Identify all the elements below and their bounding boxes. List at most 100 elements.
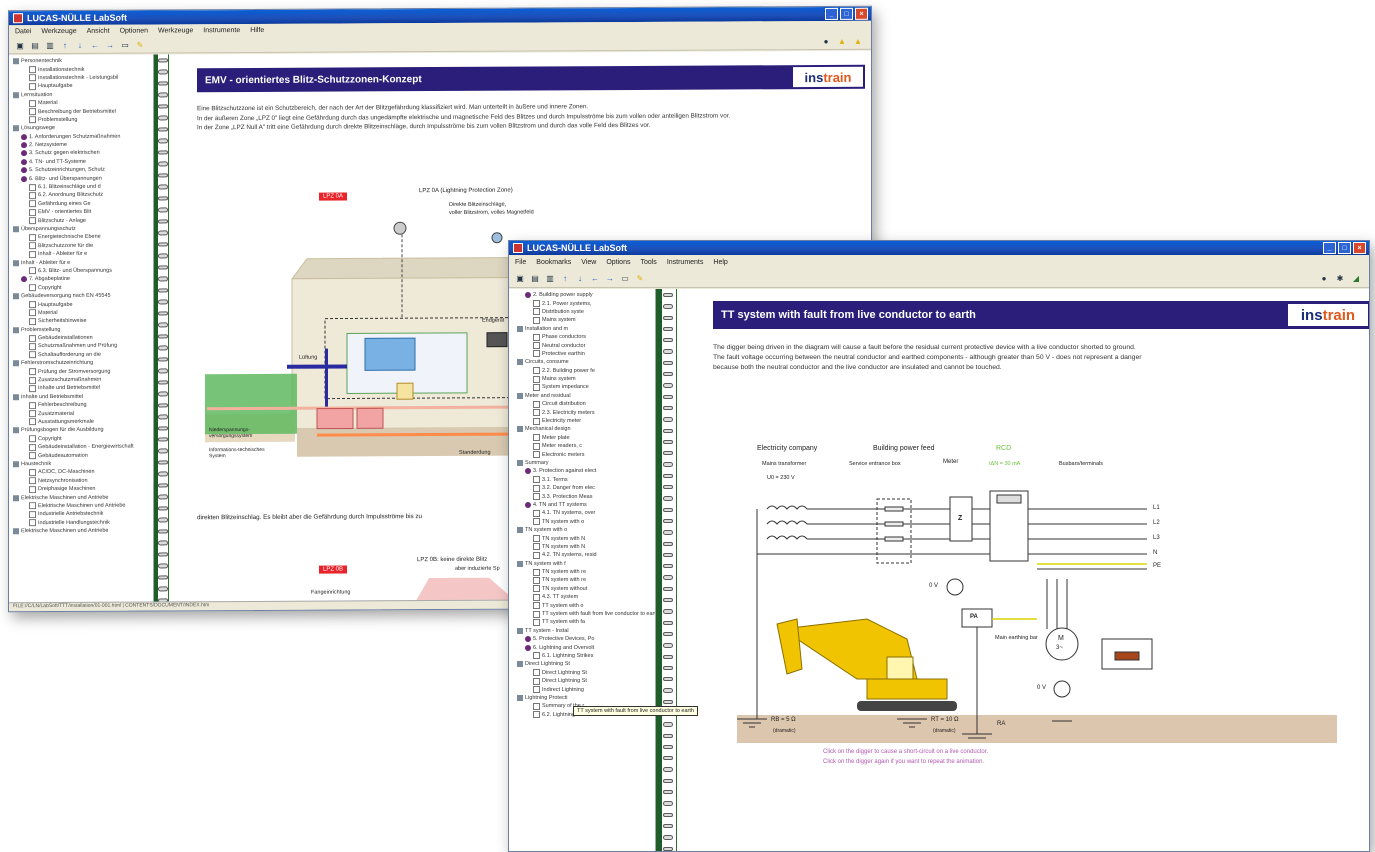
tree-item[interactable]: TT system with fa [517, 618, 655, 626]
disk-icon[interactable]: ▤ [30, 40, 40, 50]
tool-icon-b[interactable]: ▲ [853, 36, 863, 46]
tree-item[interactable]: TT system with o [517, 601, 655, 610]
tree-item[interactable]: TN system with re [517, 568, 655, 576]
print-icon[interactable]: ▥ [45, 40, 55, 50]
tree-item[interactable]: Neutral conductor [517, 341, 655, 350]
bookmark-icon[interactable]: ▭ [120, 40, 130, 50]
tree-item[interactable]: Circuits, consume [517, 358, 655, 366]
maximize-button[interactable]: □ [840, 7, 853, 20]
menu-item[interactable]: Werkzeuge [158, 27, 193, 34]
tree-item[interactable]: TN system with re [517, 576, 655, 584]
binder-ring [663, 315, 673, 320]
tree-item[interactable]: 4.1. TN systems, over [517, 509, 655, 517]
menu-item[interactable]: Ansicht [87, 27, 110, 34]
tree-item[interactable]: Electronic meters [517, 450, 655, 459]
tree-item[interactable]: System impedance [517, 383, 655, 391]
minimize-button[interactable]: _ [825, 7, 838, 20]
tree-item[interactable]: 2. Building power supply [517, 291, 655, 299]
menu-item-file[interactable]: File [515, 259, 526, 266]
tree-item[interactable]: Elektrische Maschinen und Antriebe [13, 526, 153, 535]
tree-item[interactable]: 4.3. TT system [517, 593, 655, 601]
tree-item[interactable]: TN system with N [517, 543, 655, 551]
up-arrow-icon[interactable]: ↑ [560, 273, 570, 283]
tree-item[interactable]: Direct Lightning St [517, 677, 655, 685]
down-arrow-icon[interactable]: ↓ [75, 40, 85, 50]
bookmark-icon[interactable]: ▭ [620, 273, 630, 283]
tree-item[interactable]: Meter and residual [517, 392, 655, 400]
tree-item[interactable]: Meter plate [517, 434, 655, 442]
tool-icon-a[interactable]: ▲ [837, 36, 847, 46]
tree-item[interactable]: 2.1. Power systems, [517, 299, 655, 308]
maximize-button[interactable]: □ [1338, 242, 1351, 254]
menu-item-bookmarks[interactable]: Bookmarks [536, 259, 571, 266]
tree-item[interactable]: TT system with fault from live conductor… [517, 610, 655, 618]
menu-item[interactable]: Hilfe [250, 26, 264, 33]
forward-arrow-icon[interactable]: → [105, 40, 115, 50]
tree-item[interactable]: Mechanical design [517, 425, 655, 433]
marker-icon[interactable]: ✎ [635, 273, 645, 283]
tree-item[interactable]: 6. Lightning and Overvolt [517, 643, 655, 651]
tree-item[interactable]: 3.2. Danger from elec [517, 484, 655, 492]
tree-item[interactable]: Meter readers, c [517, 442, 655, 450]
front-window-titlebar[interactable]: LUCAS-NÜLLE LabSoft _ □ × [509, 241, 1369, 255]
print-icon[interactable]: ▥ [545, 273, 555, 283]
tree-item[interactable]: Mains system [517, 375, 655, 383]
tree-item[interactable]: TN system with o [517, 518, 655, 526]
tree-item[interactable]: Electricity meter [517, 417, 655, 425]
tree-item[interactable]: Phase conductors [517, 333, 655, 341]
tt-system-diagram[interactable]: Electricity company Mains transformer U0… [707, 439, 1367, 779]
menu-item[interactable]: Datei [15, 28, 31, 35]
close-button[interactable]: × [1353, 242, 1366, 254]
tree-item[interactable]: Mains system [517, 316, 655, 324]
tree-item[interactable]: 3.1. Terms [517, 476, 655, 484]
tree-item[interactable]: Lightning Protecti [517, 694, 655, 702]
tree-item[interactable]: TN system with o [517, 526, 655, 534]
tree-item[interactable]: Distribution syste [517, 308, 655, 316]
menu-item[interactable]: Instrumente [203, 27, 240, 34]
tree-item[interactable]: 5. Protective Devices, Po [517, 635, 655, 643]
down-arrow-icon[interactable]: ↓ [575, 273, 585, 283]
save-icon[interactable]: ▣ [515, 273, 525, 283]
menu-item-help[interactable]: Help [713, 259, 727, 266]
back-arrow-icon[interactable]: ← [90, 40, 100, 50]
globe-icon[interactable]: ● [821, 36, 831, 46]
menu-item-options[interactable]: Options [606, 259, 630, 266]
tool-icon-b[interactable]: ◢ [1351, 273, 1361, 283]
tree-item[interactable]: TT system - Instal [517, 627, 655, 635]
globe-icon[interactable]: ● [1319, 273, 1329, 283]
save-icon[interactable]: ▣ [15, 40, 25, 50]
back-navigation-tree[interactable]: Personentechnik Installationstechnik Insta… [9, 54, 154, 604]
tree-item[interactable]: 4.2. TN systems, resid [517, 551, 655, 559]
marker-icon[interactable]: ✎ [135, 40, 145, 50]
tree-item[interactable]: 6.1. Lightning Strikes [517, 652, 655, 660]
close-button[interactable]: × [855, 7, 868, 20]
up-arrow-icon[interactable]: ↑ [60, 40, 70, 50]
tree-item[interactable]: TN system with N [517, 534, 655, 543]
menu-item[interactable]: Optionen [120, 27, 148, 34]
tree-item[interactable]: 3. Protection against elect [517, 467, 655, 475]
menu-item-view[interactable]: View [581, 259, 596, 266]
tree-item[interactable]: Direct Lightning St [517, 660, 655, 668]
tree-item[interactable]: Indirect Lightning [517, 685, 655, 694]
menu-item[interactable]: Werkzeuge [41, 27, 76, 34]
tool-icon-a[interactable]: ✱ [1335, 273, 1345, 283]
tree-item[interactable]: Summary [517, 459, 655, 467]
menu-item-instruments[interactable]: Instruments [667, 259, 704, 266]
back-arrow-icon[interactable]: ← [590, 273, 600, 283]
forward-arrow-icon[interactable]: → [605, 273, 615, 283]
minimize-button[interactable]: _ [1323, 242, 1336, 254]
front-navigation-tree[interactable]: 2. Building power supply 2.1. Power syste… [509, 289, 656, 851]
tree-item[interactable]: 3.3. Protection Meas [517, 492, 655, 501]
tree-item[interactable]: 2.2. Building power fe [517, 367, 655, 375]
tree-item[interactable]: Direct Lightning St [517, 669, 655, 677]
tree-item[interactable]: 2.3. Electricity meters [517, 408, 655, 417]
tree-item[interactable]: Circuit distribution [517, 400, 655, 408]
tree-item[interactable]: TN system without [517, 585, 655, 593]
disk-icon[interactable]: ▤ [530, 273, 540, 283]
tree-item[interactable]: Protective earthin [517, 350, 655, 358]
menu-item-tools[interactable]: Tools [640, 259, 656, 266]
binder-ring [158, 138, 168, 144]
tree-item[interactable]: TN system with f [517, 560, 655, 568]
tree-item[interactable]: Installation and m [517, 325, 655, 333]
tree-item[interactable]: 4. TN and TT systems [517, 501, 655, 509]
